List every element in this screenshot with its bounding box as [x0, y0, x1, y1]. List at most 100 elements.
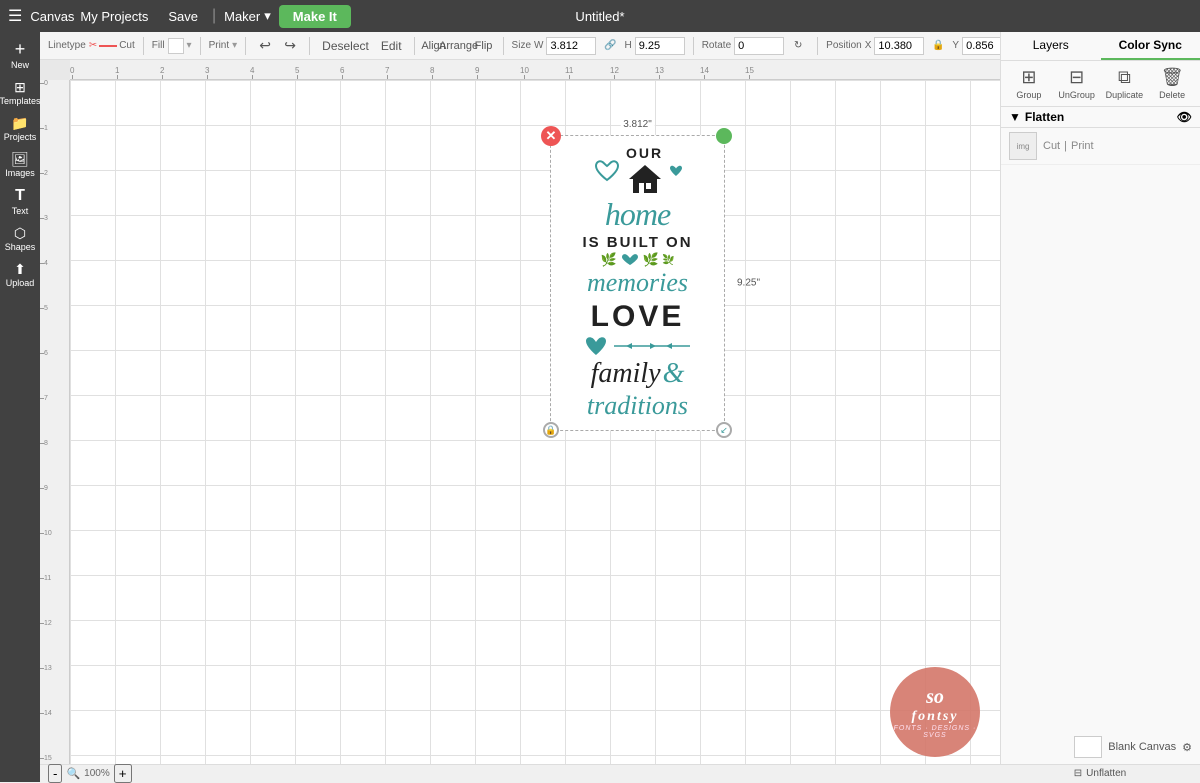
- undo-button[interactable]: ↩: [254, 35, 276, 57]
- fill-label: Fill: [152, 40, 165, 51]
- rotate-input[interactable]: [734, 37, 784, 55]
- ampersand-text: &: [663, 359, 685, 390]
- linetype-group: Linetype ✂ Cut: [48, 40, 135, 51]
- edit-button[interactable]: Edit: [377, 37, 406, 55]
- app-name-label: Canvas: [30, 9, 74, 24]
- x-lock-icon[interactable]: 🔒: [927, 35, 949, 57]
- unflatten-icon: ⊟: [1074, 768, 1082, 779]
- upload-label: Upload: [6, 278, 35, 288]
- sidebar-item-text[interactable]: T Text: [1, 184, 39, 220]
- width-lock-icon[interactable]: 🔗: [599, 35, 621, 57]
- ruler-v-0: 0: [40, 80, 48, 87]
- home-text: home: [605, 197, 670, 232]
- ruler-h-10: 10: [520, 66, 529, 79]
- sidebar-item-upload[interactable]: ⬆ Upload: [1, 258, 39, 292]
- ruler-v-12: 12: [40, 620, 52, 627]
- sidebar-item-new[interactable]: + New: [1, 36, 39, 74]
- arrange-button[interactable]: Arrange: [448, 35, 470, 57]
- sidebar-item-projects[interactable]: 📁 Projects: [1, 112, 39, 146]
- flip-button[interactable]: Flip: [473, 35, 495, 57]
- watermark-so: so: [926, 686, 944, 709]
- scale-handle-br[interactable]: ↙: [716, 422, 732, 438]
- heart-arrows-row: [584, 335, 692, 357]
- linetype-cut: ✂ Cut: [89, 40, 135, 51]
- close-design-button[interactable]: ✕: [541, 126, 561, 146]
- ruler-h-6: 6: [340, 66, 344, 79]
- tab-color-sync[interactable]: Color Sync: [1101, 32, 1200, 60]
- sidebar-item-shapes[interactable]: ⬡ Shapes: [1, 222, 39, 256]
- my-projects-button[interactable]: My Projects: [74, 7, 154, 26]
- ruler-h-4: 4: [250, 66, 254, 79]
- delete-action[interactable]: 🗑 Delete: [1150, 67, 1194, 100]
- ruler-h-11: 11: [565, 66, 573, 79]
- sep3: [245, 37, 246, 55]
- blank-canvas-thumb: [1074, 736, 1102, 758]
- sep5: [414, 37, 415, 55]
- rotate-icon[interactable]: ↻: [787, 35, 809, 57]
- lock-handle-bl[interactable]: 🔒: [543, 422, 559, 438]
- width-unit-label: W: [534, 40, 543, 51]
- heart-teal-icon: [593, 159, 621, 183]
- bottom-bar: - 🔍 100% +: [40, 764, 1000, 782]
- templates-label: Templates: [0, 96, 41, 106]
- zoom-in-button[interactable]: +: [114, 764, 132, 783]
- layer-cut-label[interactable]: Cut: [1043, 140, 1060, 152]
- size-label: Size: [512, 40, 531, 51]
- layer-print-label[interactable]: Print: [1071, 140, 1094, 152]
- text-label: Text: [12, 206, 29, 216]
- fill-group: Fill ▾: [152, 38, 192, 54]
- family-text: family: [591, 359, 661, 390]
- blank-canvas-label: Blank Canvas: [1108, 741, 1176, 753]
- unflatten-label: Unflatten: [1086, 768, 1126, 779]
- sidebar-item-images[interactable]: 🖼 Images: [1, 148, 39, 182]
- sidebar-item-templates[interactable]: ⊞ Templates: [1, 76, 39, 110]
- rotate-label: Rotate: [702, 40, 731, 51]
- grid-canvas[interactable]: ✕ 3.812" 9.25" 🔒 ↙: [70, 80, 1000, 764]
- shapes-label: Shapes: [5, 242, 36, 252]
- y-label: Y: [952, 40, 959, 51]
- ruler-h-5: 5: [295, 66, 299, 79]
- ruler-v-6: 6: [40, 350, 48, 357]
- width-input[interactable]: [546, 37, 596, 55]
- make-it-button[interactable]: Make It: [279, 5, 351, 28]
- sep4: [309, 37, 310, 55]
- maker-button[interactable]: Maker ▾: [224, 8, 271, 24]
- ruler-left: 0 1 2 3 4 5 6 7 8 9 10 11 12 13 14 15: [40, 80, 70, 782]
- hamburger-button[interactable]: ☰: [0, 6, 30, 26]
- layer-thumbnail: img: [1009, 132, 1037, 160]
- height-input[interactable]: [635, 37, 685, 55]
- ruler-v-14: 14: [40, 710, 52, 717]
- transform-group: Align Arrange Flip: [423, 35, 495, 57]
- unflatten-button[interactable]: ⊟ Unflatten: [1000, 764, 1200, 782]
- document-title: Untitled*: [575, 9, 624, 24]
- ruler-v-10: 10: [40, 530, 52, 537]
- height-unit-label: H: [624, 40, 631, 51]
- redo-button[interactable]: ↪: [279, 35, 301, 57]
- zoom-out-button[interactable]: -: [48, 764, 62, 783]
- top-bar: ☰ Canvas Untitled* My Projects Save | Ma…: [0, 0, 1200, 32]
- ruler-v-3: 3: [40, 215, 48, 222]
- layer-actions: Cut | Print: [1043, 140, 1094, 152]
- duplicate-action[interactable]: ⧉ Duplicate: [1103, 67, 1147, 100]
- rotate-handle[interactable]: [716, 128, 732, 144]
- tab-layers[interactable]: Layers: [1001, 32, 1101, 60]
- duplicate-label: Duplicate: [1106, 90, 1144, 100]
- top-divider: |: [212, 7, 216, 25]
- divider-row: 🌿 🌿 🌿: [601, 253, 675, 267]
- print-label: Print: [209, 40, 230, 51]
- arrows-icon: [612, 339, 692, 353]
- flatten-eye-icon: 👁: [1177, 110, 1192, 124]
- design-container[interactable]: ✕ 3.812" 9.25" 🔒 ↙: [550, 135, 725, 431]
- blank-canvas-box[interactable]: Blank Canvas ⚙: [1074, 736, 1192, 758]
- zoom-out-icon: 🔍: [66, 767, 80, 780]
- projects-icon: 📁: [11, 116, 28, 130]
- ungroup-action[interactable]: ⊟ UnGroup: [1055, 67, 1099, 100]
- ruler-h-2: 2: [160, 66, 164, 79]
- layer-row[interactable]: img Cut | Print: [1001, 128, 1200, 165]
- ruler-h-14: 14: [700, 66, 709, 79]
- save-button[interactable]: Save: [162, 7, 204, 26]
- deselect-button[interactable]: Deselect: [318, 37, 373, 55]
- group-action[interactable]: ⊞ Group: [1007, 67, 1051, 100]
- x-input[interactable]: [874, 37, 924, 55]
- flatten-row[interactable]: ▼ Flatten 👁: [1001, 107, 1200, 128]
